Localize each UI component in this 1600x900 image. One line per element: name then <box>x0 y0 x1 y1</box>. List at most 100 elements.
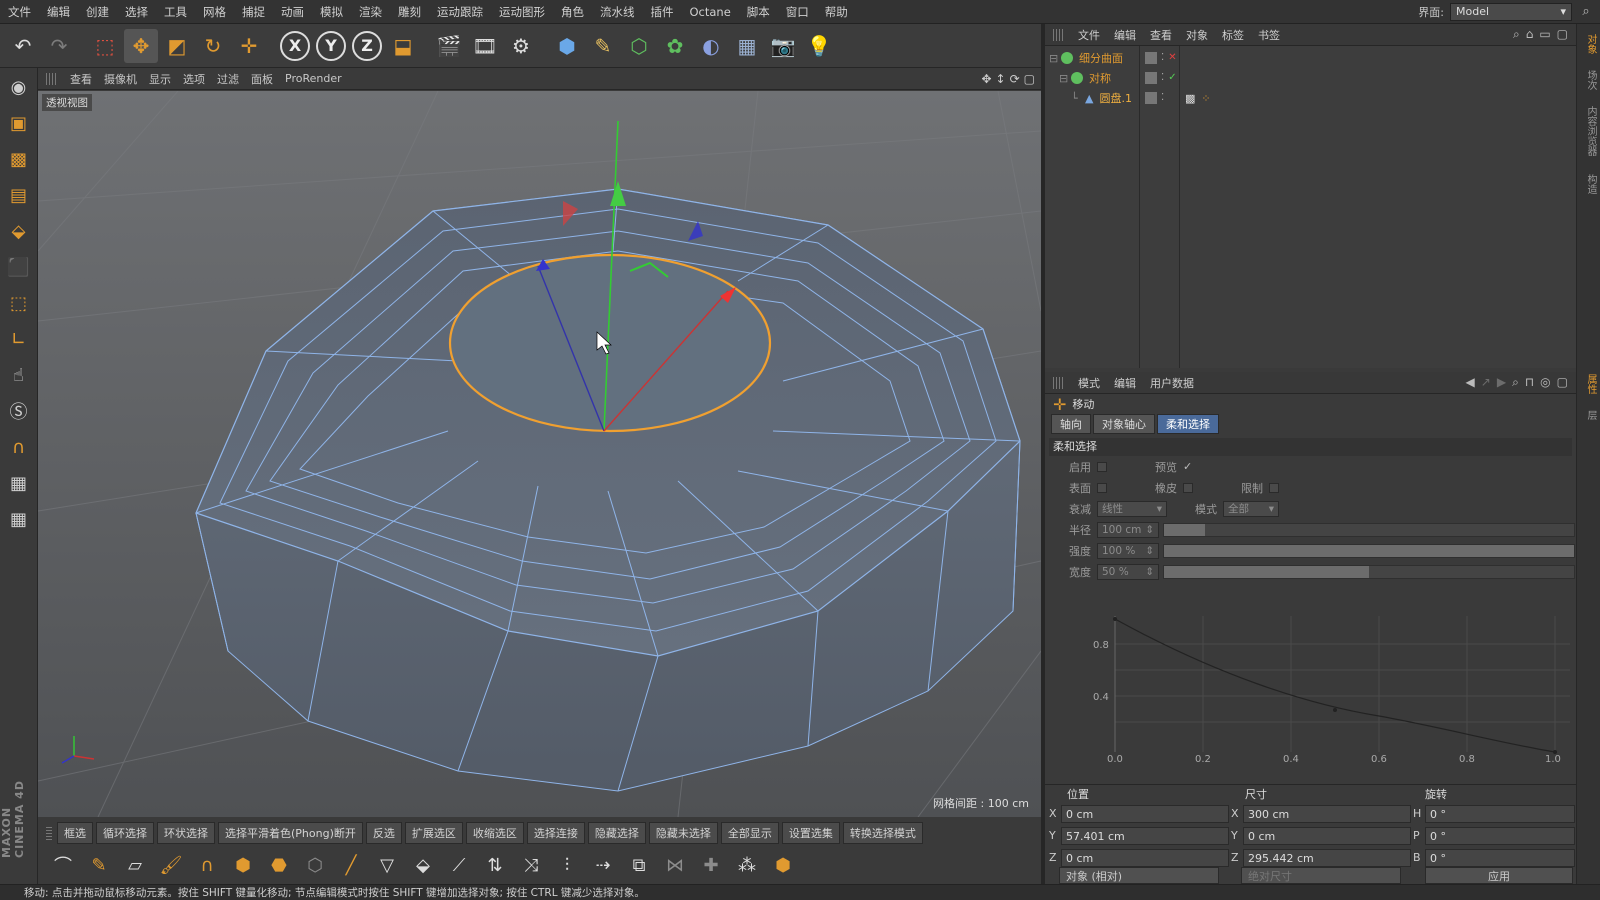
attr-menu-mode[interactable]: 模式 <box>1071 375 1107 391</box>
menu-file[interactable]: 文件 <box>0 4 39 20</box>
curve-knot[interactable] <box>1333 708 1337 712</box>
layer-icon[interactable] <box>1145 72 1157 84</box>
snap-icon[interactable]: Ⓢ <box>4 396 34 426</box>
shrink-select-button[interactable]: 收缩选区 <box>465 822 524 844</box>
size-x-field[interactable]: 300 cm <box>1243 805 1411 823</box>
dolly-icon[interactable]: ↕ <box>996 72 1006 86</box>
rubber-checkbox[interactable] <box>1183 482 1193 493</box>
unhide-all-button[interactable]: 全部显示 <box>720 822 779 844</box>
radius-slider[interactable] <box>1163 522 1575 537</box>
menu-animate[interactable]: 动画 <box>273 4 312 20</box>
menu-tools[interactable]: 工具 <box>156 4 195 20</box>
set-point-value-icon[interactable]: ⇢ <box>586 849 620 881</box>
iron-icon[interactable]: ⤨ <box>514 849 548 881</box>
viewport-name[interactable]: 透视视图 <box>42 94 92 111</box>
rot-b-field[interactable]: 0 ° <box>1425 849 1575 867</box>
search-icon[interactable]: ⌕ <box>1578 4 1594 20</box>
matrix-extrude-icon[interactable]: ⬙ <box>406 849 440 881</box>
attr-menu-userdata[interactable]: 用户数据 <box>1143 375 1201 391</box>
loop-select-button[interactable]: 循环选择 <box>96 822 154 844</box>
search-icon[interactable]: ⌕ <box>1513 27 1520 42</box>
tab-soft-selection[interactable]: 柔和选择 <box>1157 414 1219 434</box>
optimize-icon[interactable]: ✚ <box>694 849 728 881</box>
recent-tool-icon[interactable]: ✛ <box>232 29 266 63</box>
points-mode-icon[interactable]: ⬙ <box>4 216 34 246</box>
layer-icon[interactable] <box>1145 52 1157 64</box>
weld-icon[interactable]: ▽ <box>370 849 404 881</box>
subdivide-icon[interactable]: ⬢ <box>766 849 800 881</box>
render-view-icon[interactable]: 🎬 <box>432 29 466 63</box>
lock-icon[interactable]: ⊓ <box>1525 375 1534 390</box>
light-icon[interactable]: 💡 <box>802 29 836 63</box>
disabled-icon[interactable]: ✕ <box>1168 52 1176 64</box>
line-cut-icon[interactable]: ⌒ <box>46 849 80 881</box>
checker-tag-icon[interactable]: ▩ <box>1185 92 1195 105</box>
knife-icon[interactable]: ✎ <box>82 849 116 881</box>
rect-select-button[interactable]: 框选 <box>57 822 93 844</box>
expand-icon[interactable]: ▢ <box>1557 375 1568 390</box>
rot-h-field[interactable]: 0 ° <box>1425 805 1575 823</box>
floor-icon[interactable]: ▦ <box>730 29 764 63</box>
side-tab-objects[interactable]: 对象 <box>1580 34 1598 54</box>
target-icon[interactable]: ◎ <box>1540 375 1550 390</box>
menu-script[interactable]: 脚本 <box>739 4 778 20</box>
width-field[interactable]: 50 % ⇕ <box>1097 563 1159 580</box>
side-tab-attributes[interactable]: 属性 <box>1580 374 1598 394</box>
menu-motion-tracker[interactable]: 运动跟踪 <box>429 4 491 20</box>
strength-slider[interactable] <box>1163 543 1575 558</box>
menu-plugins[interactable]: 插件 <box>643 4 682 20</box>
orbit-icon[interactable]: ⟳ <box>1010 72 1020 86</box>
object-name[interactable]: 对称 <box>1089 70 1111 86</box>
up-arrow-icon[interactable]: ↗ <box>1481 375 1491 390</box>
expand-icon[interactable]: ▢ <box>1557 27 1568 42</box>
model-mode-icon[interactable]: ▣ <box>4 108 34 138</box>
obj-menu-view[interactable]: 查看 <box>1143 27 1179 43</box>
list-item[interactable]: ⊟ 对称 ⁚ ✓ <box>1045 68 1576 88</box>
viewport-menu-options[interactable]: 选项 <box>177 71 211 87</box>
size-mode-dropdown[interactable]: 绝对尺寸 <box>1241 867 1401 884</box>
menu-character[interactable]: 角色 <box>553 4 592 20</box>
menu-render[interactable]: 渲染 <box>351 4 390 20</box>
make-editable-icon[interactable]: ◉ <box>4 72 34 102</box>
width-slider[interactable] <box>1163 564 1575 579</box>
menu-octane[interactable]: Octane <box>682 5 739 19</box>
stitch-icon[interactable]: ⟋ <box>442 849 476 881</box>
obj-menu-file[interactable]: 文件 <box>1071 27 1107 43</box>
size-y-field[interactable]: 0 cm <box>1243 827 1411 845</box>
menu-simulate[interactable]: 模拟 <box>312 4 351 20</box>
menu-help[interactable]: 帮助 <box>817 4 856 20</box>
deformer-icon[interactable]: ◐ <box>694 29 728 63</box>
magnet-tool-icon[interactable]: ∩ <box>190 849 224 881</box>
obj-menu-edit[interactable]: 编辑 <box>1107 27 1143 43</box>
edges-mode-icon[interactable]: ⬛ <box>4 252 34 282</box>
surface-checkbox[interactable] <box>1097 482 1107 493</box>
render-picture-viewer-icon[interactable]: 🎞 <box>468 29 502 63</box>
side-tab-layers[interactable]: 层 <box>1580 410 1598 420</box>
apply-button[interactable]: 应用 <box>1425 867 1573 884</box>
tab-axis[interactable]: 轴向 <box>1051 414 1091 434</box>
collapse-icon[interactable]: ⊟ <box>1059 72 1069 85</box>
coordinate-system-icon[interactable]: ⬓ <box>386 29 420 63</box>
x-axis-lock-icon[interactable]: X <box>278 29 312 63</box>
menu-edit[interactable]: 编辑 <box>39 4 78 20</box>
layer-icon[interactable] <box>1145 92 1157 104</box>
viewport-menu-camera[interactable]: 摄像机 <box>98 71 143 87</box>
rot-p-field[interactable]: 0 ° <box>1425 827 1575 845</box>
render-settings-icon[interactable]: ⚙ <box>504 29 538 63</box>
back-arrow-icon[interactable]: ◀ <box>1466 375 1475 390</box>
magnet-icon[interactable]: ∩ <box>4 432 34 462</box>
search-icon[interactable]: ⌕ <box>1512 375 1519 390</box>
menu-mesh[interactable]: 网格 <box>195 4 234 20</box>
side-tab-takes[interactable]: 场次 <box>1580 70 1598 90</box>
tweak-icon[interactable]: ☝ <box>4 360 34 390</box>
radius-field[interactable]: 100 cm ⇕ <box>1097 521 1159 538</box>
scale-icon[interactable]: ◩ <box>160 29 194 63</box>
grow-select-button[interactable]: 扩展选区 <box>404 822 463 844</box>
polygons-mode-icon[interactable]: ⬚ <box>4 288 34 318</box>
object-name[interactable]: 细分曲面 <box>1079 50 1123 66</box>
minimize-icon[interactable]: ▭ <box>1539 27 1550 42</box>
hide-selected-button[interactable]: 隐藏选择 <box>587 822 646 844</box>
menu-pipeline[interactable]: 流水线 <box>592 4 643 20</box>
slide-icon[interactable]: ⇅ <box>478 849 512 881</box>
live-selection-icon[interactable]: ⬚ <box>88 29 122 63</box>
